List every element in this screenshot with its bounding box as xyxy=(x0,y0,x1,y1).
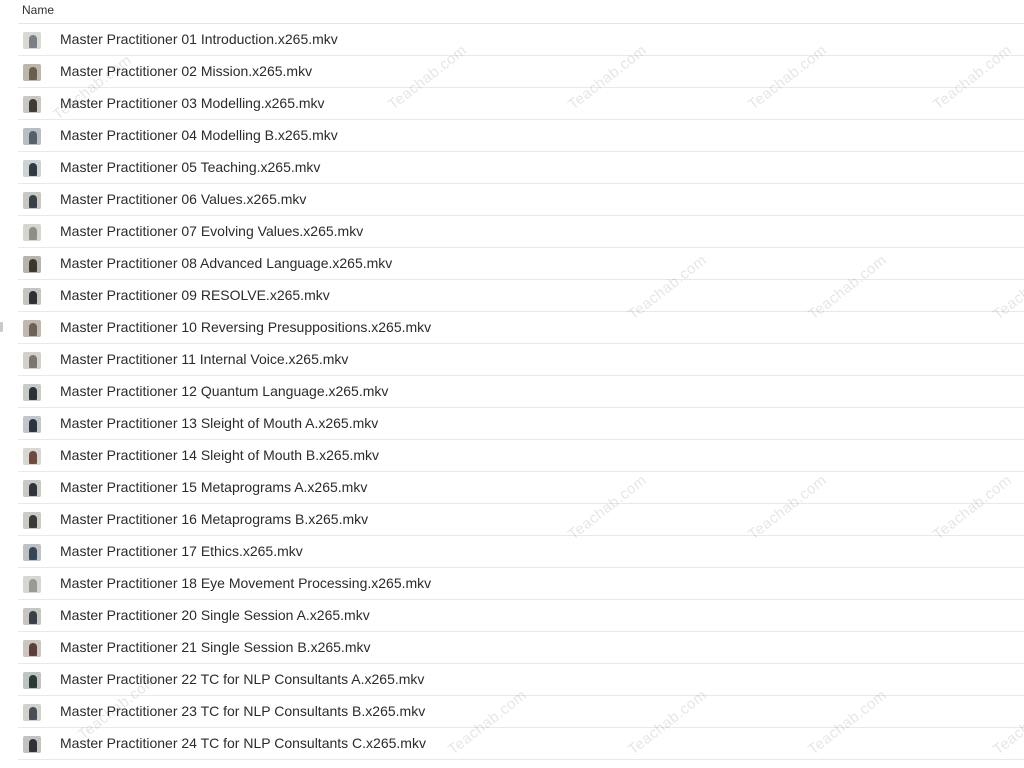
file-name: Master Practitioner 13 Sleight of Mouth … xyxy=(60,415,379,431)
file-name: Master Practitioner 15 Metaprograms A.x2… xyxy=(60,479,368,495)
file-name: Master Practitioner 03 Modelling.x265.mk… xyxy=(60,95,325,111)
video-thumbnail-icon xyxy=(23,448,41,465)
file-name: Master Practitioner 01 Introduction.x265… xyxy=(60,31,338,47)
file-name: Master Practitioner 18 Eye Movement Proc… xyxy=(60,575,432,591)
video-thumbnail-icon xyxy=(23,160,41,177)
file-row[interactable]: Master Practitioner 23 TC for NLP Consul… xyxy=(18,696,1024,728)
file-name: Master Practitioner 07 Evolving Values.x… xyxy=(60,223,364,239)
video-thumbnail-icon xyxy=(23,192,41,209)
file-row[interactable]: Master Practitioner 11 Internal Voice.x2… xyxy=(18,344,1024,376)
file-name: Master Practitioner 09 RESOLVE.x265.mkv xyxy=(60,287,330,303)
file-name: Master Practitioner 17 Ethics.x265.mkv xyxy=(60,543,303,559)
video-thumbnail-icon xyxy=(23,32,41,49)
file-name: Master Practitioner 16 Metaprograms B.x2… xyxy=(60,511,369,527)
file-row[interactable]: Master Practitioner 08 Advanced Language… xyxy=(18,248,1024,280)
file-name: Master Practitioner 24 TC for NLP Consul… xyxy=(60,735,426,751)
file-browser: Name Master Practitioner 01 Introduction… xyxy=(0,0,1024,768)
file-row[interactable]: Master Practitioner 21 Single Session B.… xyxy=(18,632,1024,664)
file-name: Master Practitioner 12 Quantum Language.… xyxy=(60,383,389,399)
file-row[interactable]: Master Practitioner 22 TC for NLP Consul… xyxy=(18,664,1024,696)
video-thumbnail-icon xyxy=(23,128,41,145)
video-thumbnail-icon xyxy=(23,608,41,625)
file-row[interactable]: Master Practitioner 16 Metaprograms B.x2… xyxy=(18,504,1024,536)
file-row[interactable]: Master Practitioner 14 Sleight of Mouth … xyxy=(18,440,1024,472)
video-thumbnail-icon xyxy=(23,96,41,113)
file-name: Master Practitioner 02 Mission.x265.mkv xyxy=(60,63,313,79)
video-thumbnail-icon xyxy=(23,512,41,529)
video-thumbnail-icon xyxy=(23,672,41,689)
file-name: Master Practitioner 06 Values.x265.mkv xyxy=(60,191,307,207)
file-name: Master Practitioner 05 Teaching.x265.mkv xyxy=(60,159,321,175)
file-row[interactable]: Master Practitioner 01 Introduction.x265… xyxy=(18,24,1024,56)
file-row[interactable]: Master Practitioner 12 Quantum Language.… xyxy=(18,376,1024,408)
file-name: Master Practitioner 08 Advanced Language… xyxy=(60,255,393,271)
video-thumbnail-icon xyxy=(23,288,41,305)
file-name: Master Practitioner 04 Modelling B.x265.… xyxy=(60,127,338,143)
file-row[interactable]: Master Practitioner 18 Eye Movement Proc… xyxy=(18,568,1024,600)
file-row[interactable]: Master Practitioner 03 Modelling.x265.mk… xyxy=(18,88,1024,120)
video-thumbnail-icon xyxy=(23,576,41,593)
file-name: Master Practitioner 11 Internal Voice.x2… xyxy=(60,351,349,367)
video-thumbnail-icon xyxy=(23,640,41,657)
file-name: Master Practitioner 23 TC for NLP Consul… xyxy=(60,703,426,719)
file-row[interactable]: Master Practitioner 24 TC for NLP Consul… xyxy=(18,728,1024,760)
file-row[interactable]: Master Practitioner 09 RESOLVE.x265.mkv xyxy=(18,280,1024,312)
file-list: Master Practitioner 01 Introduction.x265… xyxy=(18,24,1024,760)
name-column-header[interactable]: Name xyxy=(22,3,54,17)
file-row[interactable]: Master Practitioner 07 Evolving Values.x… xyxy=(18,216,1024,248)
video-thumbnail-icon xyxy=(23,736,41,753)
video-thumbnail-icon xyxy=(23,416,41,433)
file-row[interactable]: Master Practitioner 05 Teaching.x265.mkv xyxy=(18,152,1024,184)
file-name: Master Practitioner 21 Single Session B.… xyxy=(60,639,371,655)
file-row[interactable]: Master Practitioner 04 Modelling B.x265.… xyxy=(18,120,1024,152)
video-thumbnail-icon xyxy=(23,352,41,369)
video-thumbnail-icon xyxy=(23,384,41,401)
video-thumbnail-icon xyxy=(23,64,41,81)
file-row[interactable]: Master Practitioner 02 Mission.x265.mkv xyxy=(18,56,1024,88)
file-row[interactable]: Master Practitioner 10 Reversing Presupp… xyxy=(18,312,1024,344)
video-thumbnail-icon xyxy=(23,704,41,721)
file-row[interactable]: Master Practitioner 15 Metaprograms A.x2… xyxy=(18,472,1024,504)
edge-marker xyxy=(0,322,3,332)
file-name: Master Practitioner 14 Sleight of Mouth … xyxy=(60,447,380,463)
file-row[interactable]: Master Practitioner 17 Ethics.x265.mkv xyxy=(18,536,1024,568)
file-name: Master Practitioner 10 Reversing Presupp… xyxy=(60,319,432,335)
video-thumbnail-icon xyxy=(23,544,41,561)
file-row[interactable]: Master Practitioner 13 Sleight of Mouth … xyxy=(18,408,1024,440)
file-name: Master Practitioner 22 TC for NLP Consul… xyxy=(60,671,425,687)
file-row[interactable]: Master Practitioner 06 Values.x265.mkv xyxy=(18,184,1024,216)
video-thumbnail-icon xyxy=(23,320,41,337)
video-thumbnail-icon xyxy=(23,224,41,241)
column-header: Name xyxy=(18,0,1024,24)
file-name: Master Practitioner 20 Single Session A.… xyxy=(60,607,370,623)
file-row[interactable]: Master Practitioner 20 Single Session A.… xyxy=(18,600,1024,632)
video-thumbnail-icon xyxy=(23,256,41,273)
video-thumbnail-icon xyxy=(23,480,41,497)
